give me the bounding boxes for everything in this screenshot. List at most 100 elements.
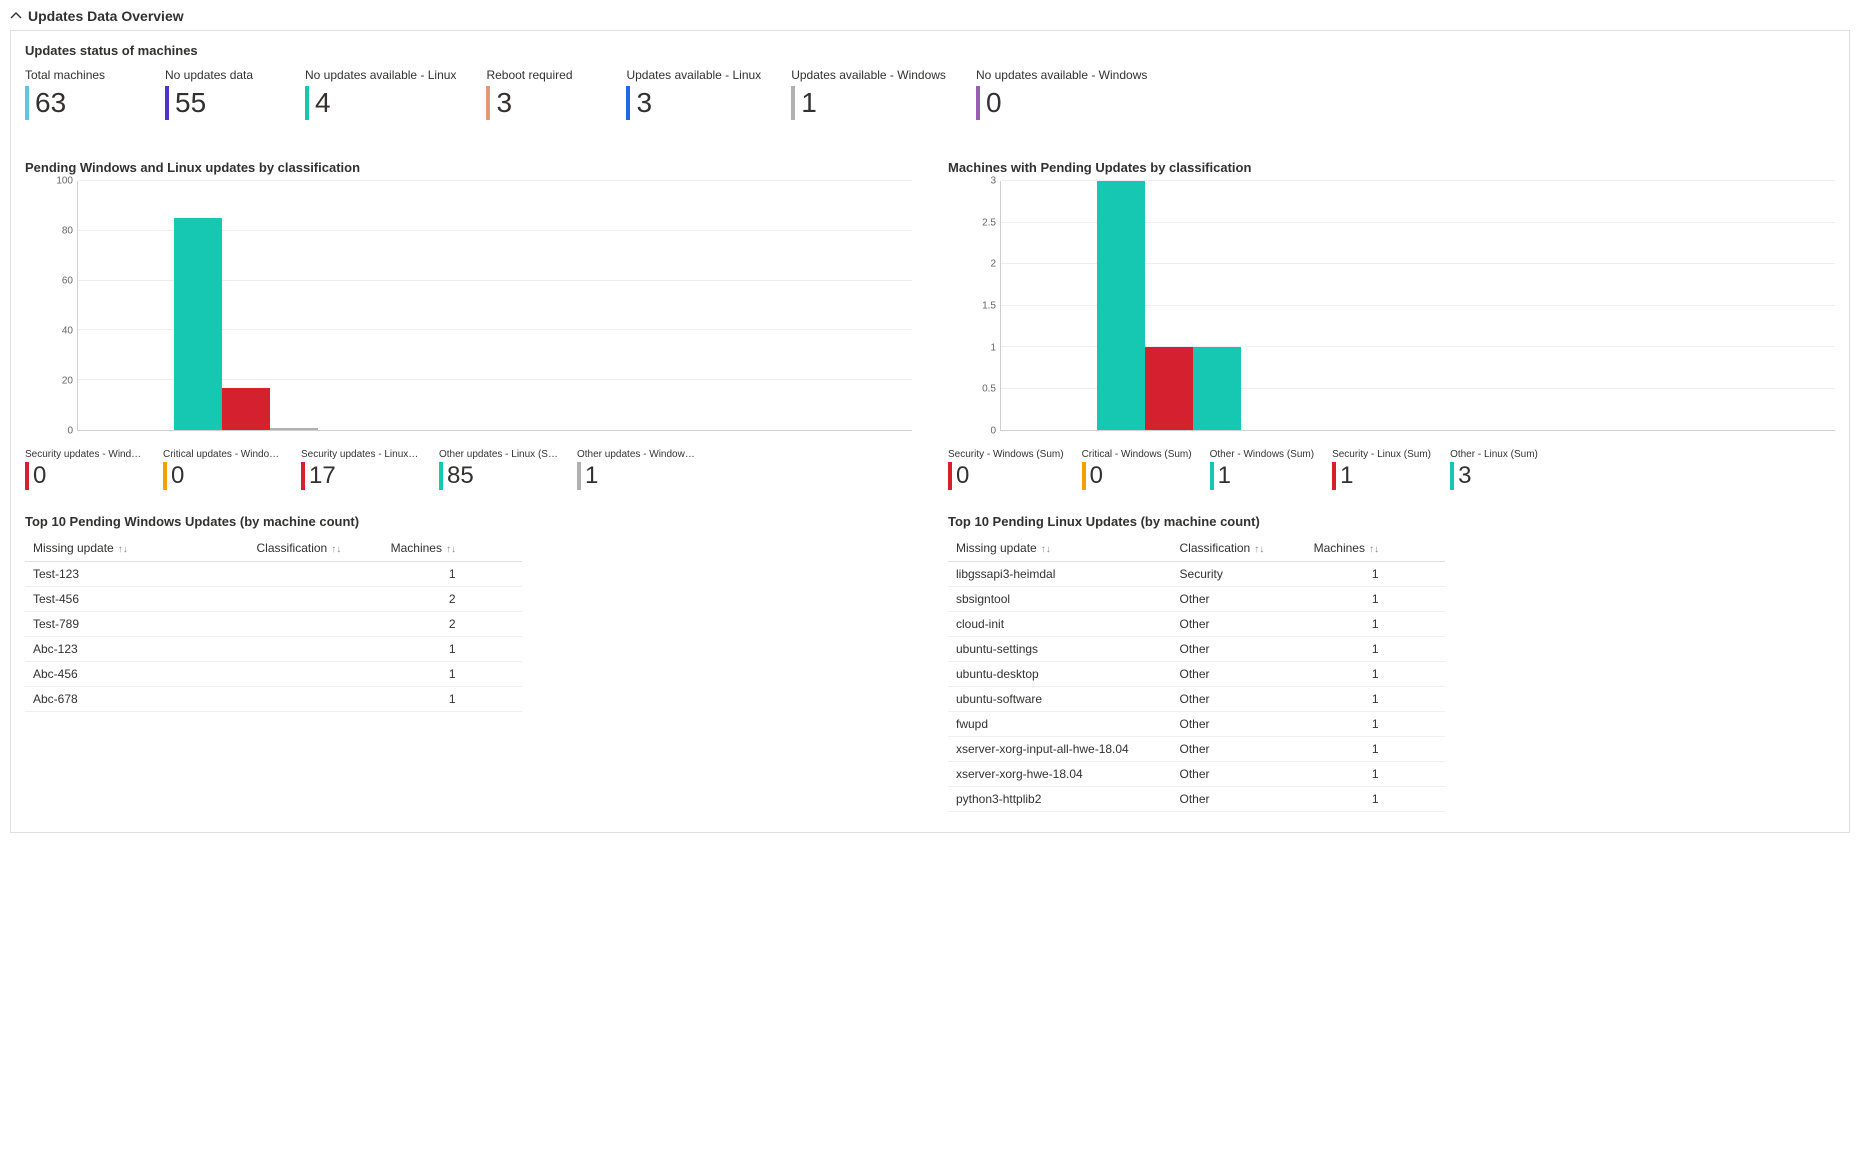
stat-tile[interactable]: No updates available - Windows 0: [976, 68, 1147, 120]
stat-tile[interactable]: Updates available - Linux 3: [626, 68, 761, 120]
cell-update: Abc-678: [25, 687, 249, 712]
column-header[interactable]: Missing update↑↓: [948, 535, 1172, 562]
legend-item[interactable]: Other updates - Windows... 1: [577, 449, 697, 490]
sort-icon: ↑↓: [331, 544, 341, 555]
legend-item[interactable]: Critical - Windows (Sum) 0: [1082, 449, 1192, 490]
legend-color-bar: [163, 462, 167, 490]
legend-item[interactable]: Other - Linux (Sum) 3: [1450, 449, 1550, 490]
column-header[interactable]: Classification↑↓: [249, 535, 383, 562]
legend-color-bar: [948, 462, 952, 490]
cell-classification: Other: [1172, 737, 1306, 762]
cell-classification: Other: [1172, 762, 1306, 787]
table-row[interactable]: sbsigntool Other 1: [948, 587, 1445, 612]
cell-update: sbsigntool: [948, 587, 1172, 612]
chart-bar[interactable]: [1145, 181, 1193, 430]
cell-classification: Other: [1172, 612, 1306, 637]
column-header[interactable]: Classification↑↓: [1172, 535, 1306, 562]
table-row[interactable]: Test-789 2: [25, 612, 522, 637]
cell-machines: 1: [383, 687, 522, 712]
stat-color-bar: [626, 86, 630, 120]
legend-item[interactable]: Security updates - Windo... 0: [25, 449, 145, 490]
stat-tile[interactable]: No updates available - Linux 4: [305, 68, 456, 120]
table-row[interactable]: Abc-678 1: [25, 687, 522, 712]
legend-value: 1: [1218, 462, 1231, 490]
legend-item[interactable]: Security updates - Linux (... 17: [301, 449, 421, 490]
table-row[interactable]: python3-httplib2 Other 1: [948, 787, 1445, 812]
stat-color-bar: [165, 86, 169, 120]
ytick: 0: [990, 426, 996, 437]
cell-classification: Other: [1172, 712, 1306, 737]
stat-value: 3: [636, 89, 652, 117]
table-row[interactable]: Abc-123 1: [25, 637, 522, 662]
cell-update: xserver-xorg-input-all-hwe-18.04: [948, 737, 1172, 762]
table-row[interactable]: xserver-xorg-hwe-18.04 Other 1: [948, 762, 1445, 787]
column-header[interactable]: Machines↑↓: [1306, 535, 1445, 562]
stat-tile[interactable]: Total machines 63: [25, 68, 135, 120]
cell-update: Test-789: [25, 612, 249, 637]
legend-item[interactable]: Other - Windows (Sum) 1: [1210, 449, 1314, 490]
cell-classification: Other: [1172, 687, 1306, 712]
chevron-up-icon: [10, 10, 22, 22]
chart-bar[interactable]: [1049, 181, 1097, 430]
stat-color-bar: [976, 86, 980, 120]
stat-tile[interactable]: Updates available - Windows 1: [791, 68, 946, 120]
cell-machines: 1: [1306, 612, 1445, 637]
chart-right[interactable]: 00.511.522.53: [948, 181, 1835, 431]
table-linux[interactable]: Missing update↑↓Classification↑↓Machines…: [948, 535, 1445, 812]
legend-item[interactable]: Critical updates - Window... 0: [163, 449, 283, 490]
table-row[interactable]: Abc-456 1: [25, 662, 522, 687]
table-row[interactable]: ubuntu-desktop Other 1: [948, 662, 1445, 687]
table-row[interactable]: Test-123 1: [25, 562, 522, 587]
table-row[interactable]: ubuntu-software Other 1: [948, 687, 1445, 712]
table-row[interactable]: fwupd Other 1: [948, 712, 1445, 737]
stat-value: 3: [496, 89, 512, 117]
section-title: Updates Data Overview: [28, 8, 184, 24]
cell-update: ubuntu-desktop: [948, 662, 1172, 687]
stat-tile[interactable]: No updates data 55: [165, 68, 275, 120]
table-row[interactable]: cloud-init Other 1: [948, 612, 1445, 637]
section-toggle[interactable]: Updates Data Overview: [10, 0, 1850, 30]
table-row[interactable]: xserver-xorg-input-all-hwe-18.04 Other 1: [948, 737, 1445, 762]
chart-bar[interactable]: [126, 181, 174, 430]
chart-bar[interactable]: [78, 181, 126, 430]
table-row[interactable]: ubuntu-settings Other 1: [948, 637, 1445, 662]
chart-bar[interactable]: [222, 181, 270, 430]
legend-value: 0: [956, 462, 969, 490]
legend-item[interactable]: Security - Linux (Sum) 1: [1332, 449, 1432, 490]
legend-color-bar: [301, 462, 305, 490]
cell-machines: 1: [383, 562, 522, 587]
stat-tile[interactable]: Reboot required 3: [486, 68, 596, 120]
legend-value: 17: [309, 462, 336, 490]
table-row[interactable]: Test-456 2: [25, 587, 522, 612]
chart-left[interactable]: 020406080100: [25, 181, 912, 431]
chart-bar[interactable]: [174, 181, 222, 430]
sort-icon: ↑↓: [446, 544, 456, 555]
cell-classification: [249, 587, 383, 612]
legend-item[interactable]: Other updates - Linux (Sum) 85: [439, 449, 559, 490]
chart-bar[interactable]: [270, 181, 318, 430]
cell-machines: 1: [383, 637, 522, 662]
legend-value: 85: [447, 462, 474, 490]
column-header[interactable]: Machines↑↓: [383, 535, 522, 562]
stat-label: No updates available - Windows: [976, 68, 1147, 82]
column-header[interactable]: Missing update↑↓: [25, 535, 249, 562]
table-row[interactable]: libgssapi3-heimdal Security 1: [948, 562, 1445, 587]
legend-label: Security updates - Linux (...: [301, 449, 421, 460]
ytick: 1: [990, 342, 996, 353]
legend-value: 1: [585, 462, 598, 490]
cell-machines: 1: [1306, 562, 1445, 587]
stat-value: 0: [986, 89, 1002, 117]
cell-classification: [249, 612, 383, 637]
chart-bar[interactable]: [1097, 181, 1145, 430]
table-windows[interactable]: Missing update↑↓Classification↑↓Machines…: [25, 535, 522, 712]
cell-classification: Other: [1172, 787, 1306, 812]
legend-item[interactable]: Security - Windows (Sum) 0: [948, 449, 1064, 490]
chart-bar[interactable]: [1001, 181, 1049, 430]
legend-label: Security - Linux (Sum): [1332, 449, 1432, 460]
ytick: 100: [56, 176, 73, 187]
overview-card: Updates status of machines Total machine…: [10, 30, 1850, 833]
chart-bar[interactable]: [1193, 181, 1241, 430]
legend-label: Other updates - Windows...: [577, 449, 697, 460]
stat-label: Updates available - Linux: [626, 68, 761, 82]
chart-title-right: Machines with Pending Updates by classif…: [948, 160, 1835, 175]
